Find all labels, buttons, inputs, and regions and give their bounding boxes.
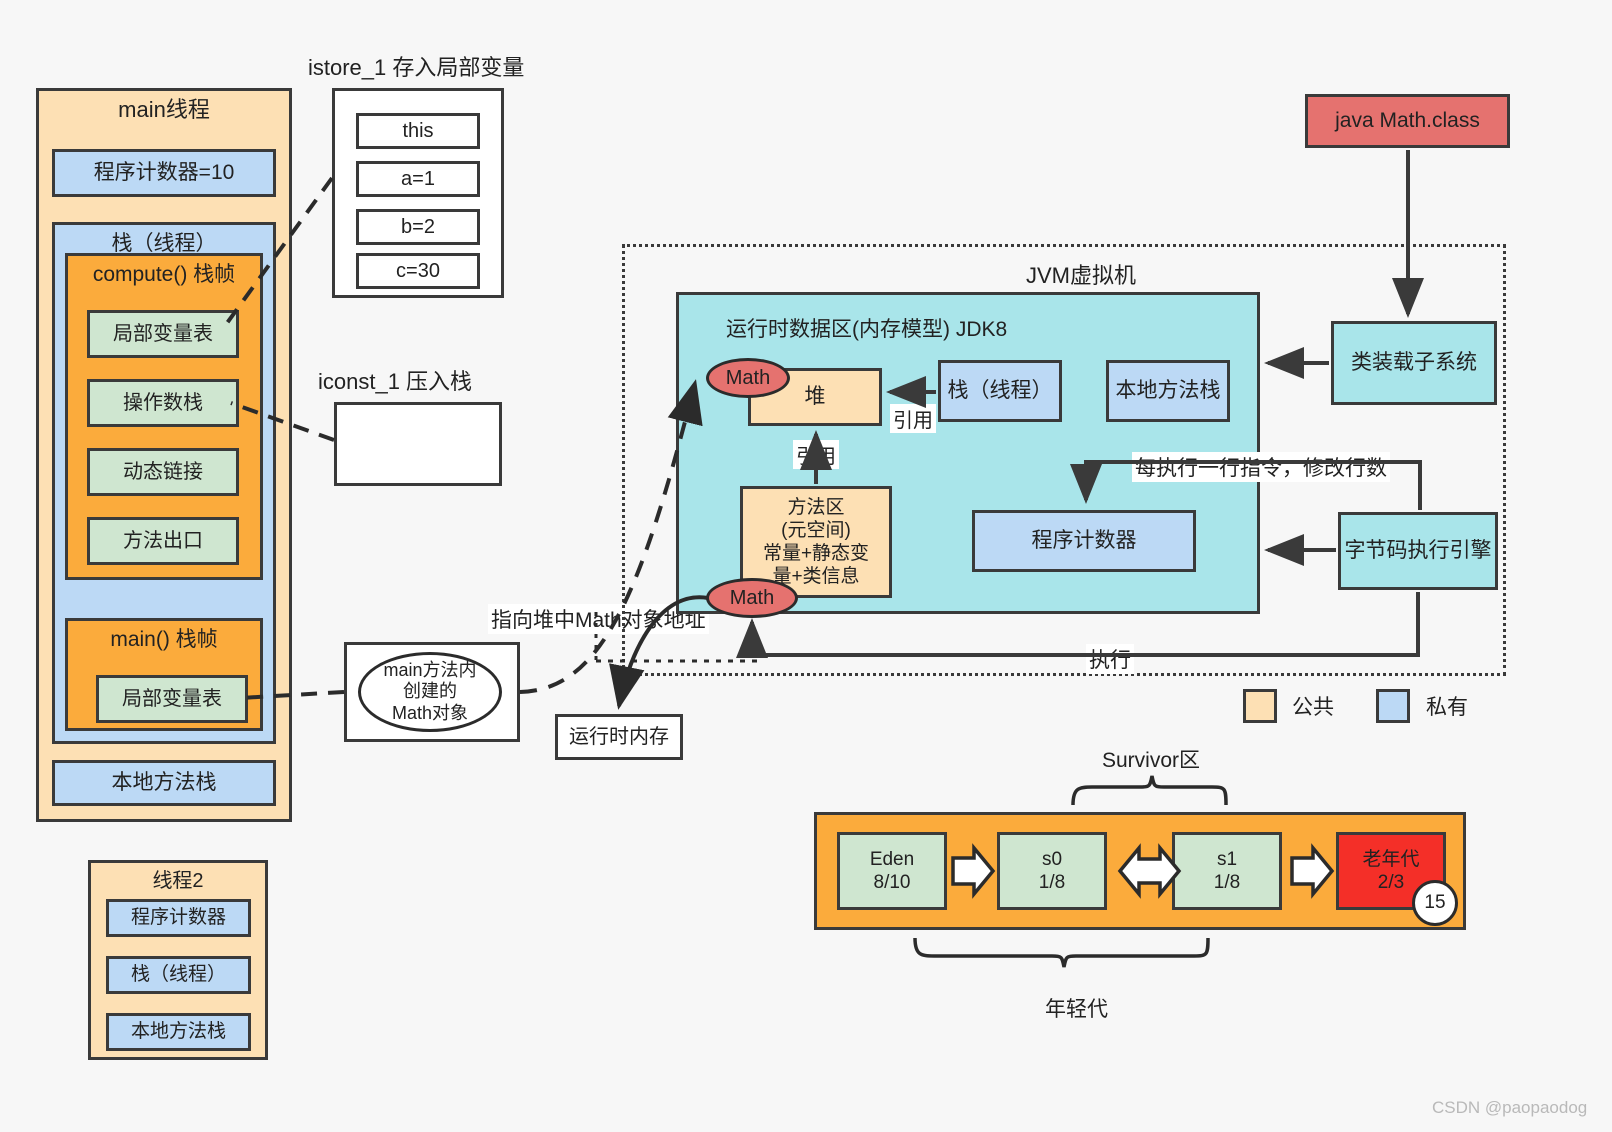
gen-cell-old-name: 老年代 [1362,848,1420,870]
istore-row-a-label: a=1 [401,167,435,190]
jvm-stack-label: 栈（线程） [947,379,1053,403]
gen-cell-eden-ratio: 8/10 [873,872,911,893]
object-age-badge: 15 [1412,880,1458,926]
gen-cell-eden-label: Eden 8/10 [870,848,914,894]
thread2-stack-label: 栈（线程） [130,964,226,986]
compute-slot-local-vars-label: 局部变量表 [113,322,213,345]
heap-math-label: Math [725,367,771,389]
istore-row-this-label: this [402,119,434,142]
compute-slot-local-vars: 局部变量表 [87,310,239,358]
math-object-ellipse: main方法内 创建的 Math对象 [358,652,502,732]
class-loader-box: 类装载子系统 [1331,321,1497,405]
gen-cell-old-ratio: 2/3 [1377,872,1405,893]
math-object-ellipse-label: main方法内 创建的 Math对象 [383,659,477,723]
legend-public-swatch [1243,689,1277,723]
method-area-label: 方法区 (元空间) 常量+静态变 量+类信息 [762,496,870,588]
thread2-pc-label: 程序计数器 [130,907,226,929]
istore-row-c: c=30 [356,253,480,289]
heap-math-ellipse: Math [706,358,790,398]
legend-private-label: 私有 [1426,696,1468,719]
main-frame-slot-local-vars: 局部变量表 [96,675,248,723]
young-generation-label: 年轻代 [1045,998,1108,1021]
gen-cell-s1: s1 1/8 [1172,832,1282,910]
heap-ref-label-2: 引用 [793,440,839,469]
jvm-stack-box: 栈（线程） [938,360,1062,422]
thread2-stack: 栈（线程） [106,956,251,994]
main-thread-pc-label: 程序计数器=10 [93,161,235,185]
gen-cell-s1-label: s1 1/8 [1214,848,1240,894]
main-thread-title: main线程 [118,97,210,122]
thread2-native-stack-label: 本地方法栈 [130,1021,226,1043]
jvm-native-stack-label: 本地方法栈 [1115,379,1221,403]
class-file-label: java Math.class [1335,109,1480,133]
gen-cell-s0-label: s0 1/8 [1039,848,1065,894]
method-area-math-ellipse: Math [706,578,798,618]
jvm-pc-box: 程序计数器 [972,510,1196,572]
gen-cell-eden-name: Eden [869,848,915,870]
execute-label: 执行 [1086,644,1134,674]
thread2-pc: 程序计数器 [106,899,251,937]
compute-slot-method-exit: 方法出口 [87,517,239,565]
modify-line-label: 每执行一行指令，修改行数 [1132,452,1390,482]
runtime-memory-label: 运行时内存 [569,725,669,748]
object-age-badge-label: 15 [1424,892,1446,913]
iconst-caption: iconst_1 压入栈 [318,369,473,394]
main-thread-pc: 程序计数器=10 [52,149,276,197]
istore-caption: istore_1 存入局部变量 [308,55,525,80]
watermark: CSDN @paopaodog [1432,1098,1588,1117]
istore-row-c-label: c=30 [396,259,440,282]
istore-row-this: this [356,113,480,149]
gen-cell-s0: s0 1/8 [997,832,1107,910]
compute-slot-dynamic-link-label: 动态链接 [123,460,203,483]
heap-ref-label-1: 引用 [890,404,936,433]
istore-row-a: a=1 [356,161,480,197]
gen-cell-s1-name: s1 [1216,848,1238,870]
compute-slot-operand-stack-label: 操作数栈 [123,391,203,414]
main-frame-slot-local-vars-label: 局部变量表 [122,687,222,710]
gen-cell-eden: Eden 8/10 [837,832,947,910]
iconst-stack-box [334,402,502,486]
compute-slot-method-exit-label: 方法出口 [123,529,203,552]
jvm-title: JVM虚拟机 [1026,263,1137,288]
heap-label: 堆 [804,385,826,409]
compute-slot-operand-stack: 操作数栈 [87,379,239,427]
jvm-native-stack-box: 本地方法栈 [1106,360,1230,422]
thread2-native-stack: 本地方法栈 [106,1013,251,1051]
compute-slot-dynamic-link: 动态链接 [87,448,239,496]
class-file-box: java Math.class [1305,94,1510,148]
istore-row-b: b=2 [356,209,480,245]
method-area-math-label: Math [729,587,775,609]
jvm-pc-label: 程序计数器 [1031,529,1137,553]
runtime-memory-box: 运行时内存 [555,714,683,760]
main-thread-native-stack: 本地方法栈 [52,760,276,806]
main-frame-title: main() 栈帧 [110,628,218,651]
survivor-label: Survivor区 [1102,749,1201,772]
gen-cell-s0-name: s0 [1041,848,1063,870]
runtime-data-area-title: 运行时数据区(内存模型) JDK8 [726,318,1008,341]
exec-engine-box: 字节码执行引擎 [1338,512,1498,590]
gen-cell-s1-ratio: 1/8 [1213,872,1241,893]
istore-row-b-label: b=2 [401,215,435,238]
gen-cell-old-label: 老年代 2/3 [1362,848,1419,894]
legend-private-swatch [1376,689,1410,723]
legend-public-label: 公共 [1292,696,1334,719]
gen-cell-s0-ratio: 1/8 [1038,872,1066,893]
class-loader-label: 类装载子系统 [1351,351,1477,375]
compute-frame-title: compute() 栈帧 [92,263,236,286]
thread2-title: 线程2 [152,870,204,892]
main-thread-native-stack-label: 本地方法栈 [111,771,217,795]
exec-engine-label: 字节码执行引擎 [1344,539,1492,563]
